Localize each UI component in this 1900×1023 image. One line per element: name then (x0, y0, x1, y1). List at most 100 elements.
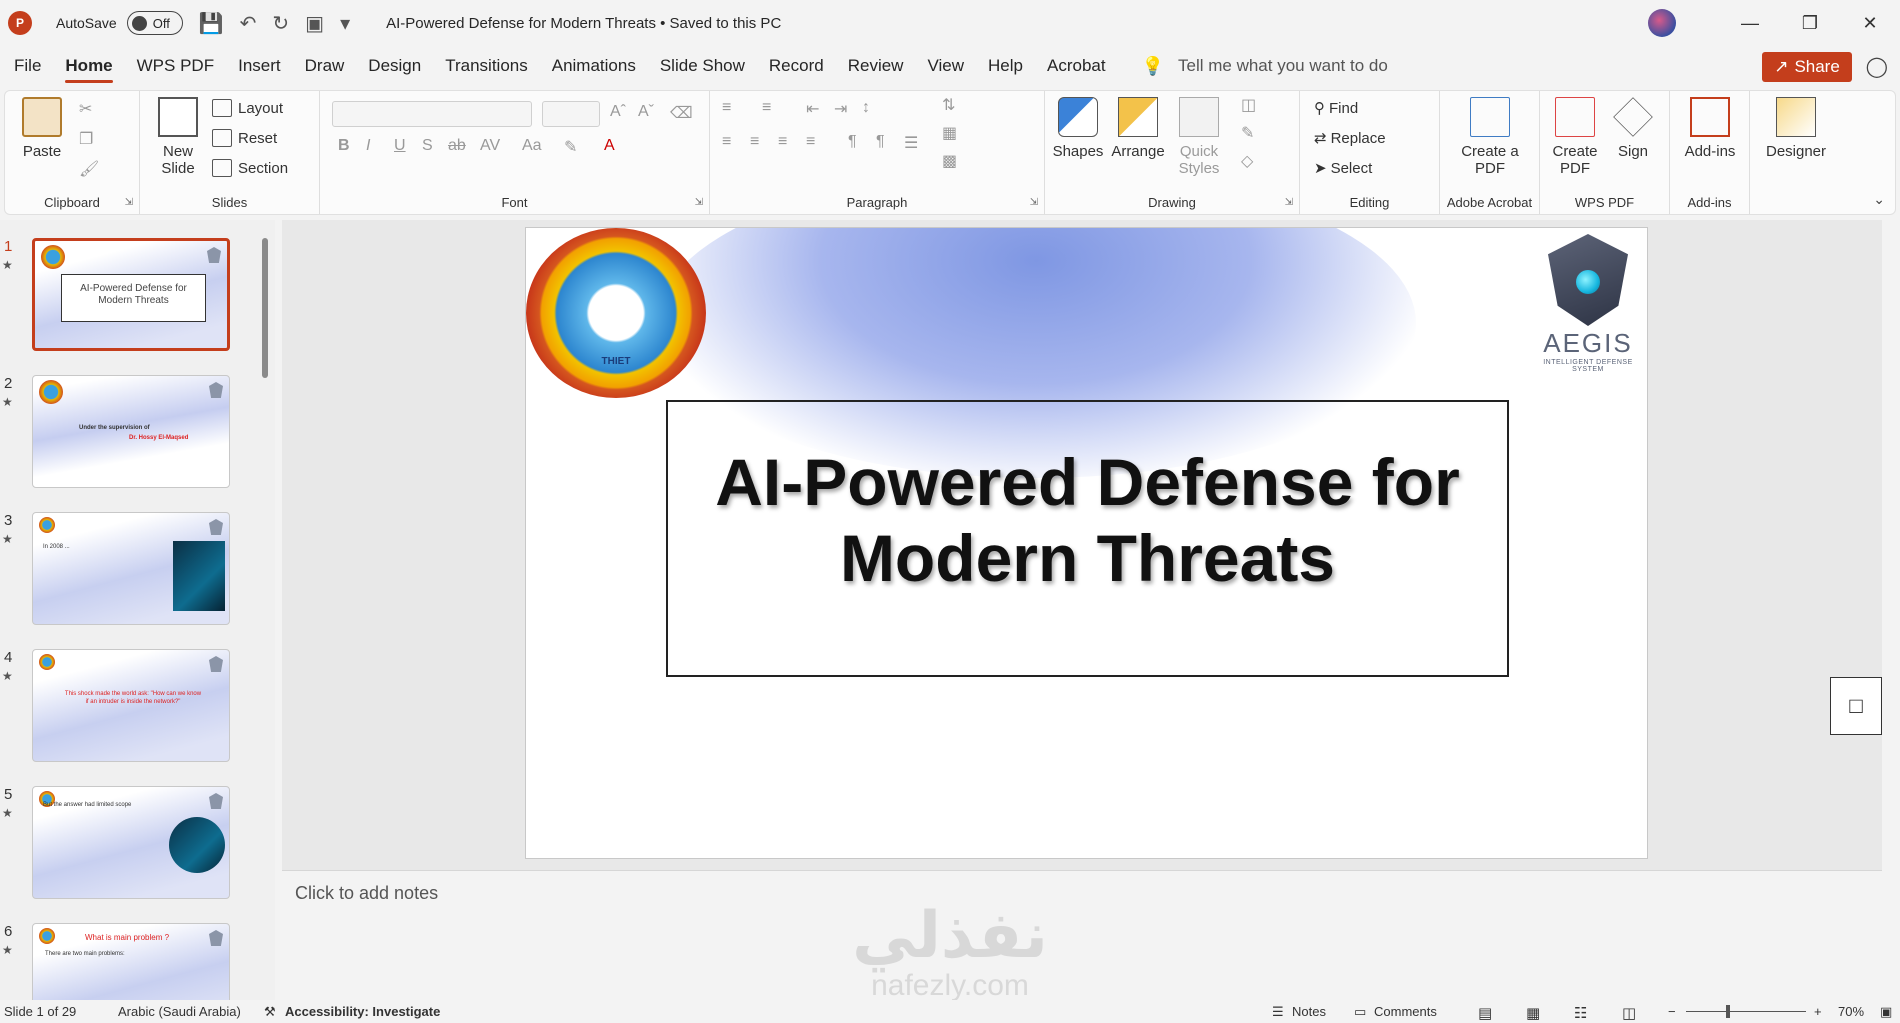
arrange-button[interactable]: Arrange (1109, 97, 1167, 160)
align-center-icon[interactable]: ≡ (750, 133, 759, 151)
slide-thumbnail[interactable]: 2 ★ Under the supervision of Dr. Hossy E… (0, 375, 260, 500)
tab-file[interactable]: File (14, 56, 41, 76)
increase-indent-icon[interactable]: ⇥ (834, 99, 847, 119)
columns-icon[interactable]: ☰ (904, 133, 918, 153)
new-slide-button[interactable]: New Slide (148, 97, 208, 177)
institute-seal-logo[interactable]: THIET (526, 228, 706, 398)
cut-icon[interactable]: ✂ (79, 99, 92, 119)
autosave-toggle[interactable]: Off (126, 11, 183, 35)
decrease-font-icon[interactable]: Aˇ (638, 103, 654, 121)
font-color-icon[interactable]: A (604, 137, 615, 155)
copy-icon[interactable]: ❐ (79, 129, 93, 149)
avatar[interactable] (1648, 9, 1676, 37)
slide-thumbnail[interactable]: 3 ★ In 2008 ... (0, 512, 260, 637)
tab-design[interactable]: Design (368, 56, 421, 76)
shape-effects-icon[interactable]: ◇ (1241, 151, 1253, 171)
shapes-button[interactable]: Shapes (1051, 97, 1105, 160)
change-case-icon[interactable]: Aa (522, 137, 542, 155)
slide-sorter-icon[interactable]: ▦ (1526, 1004, 1540, 1022)
underline-icon[interactable]: U (394, 137, 406, 155)
text-direction-icon[interactable]: ⇅ (942, 95, 955, 115)
italic-icon[interactable]: I (366, 137, 370, 155)
normal-view-icon[interactable]: ▤ (1478, 1004, 1492, 1022)
layout-button[interactable]: Layout (212, 99, 283, 117)
slide-thumbnail[interactable]: 4 ★ This shock made the world ask: "How … (0, 649, 260, 774)
tell-me-search[interactable]: 💡 Tell me what you want to do (1142, 56, 1388, 77)
fit-to-window-icon[interactable]: ▣ (1880, 1004, 1892, 1020)
close-icon[interactable]: ✕ (1840, 13, 1900, 34)
create-a-pdf-button[interactable]: Create a PDF (1454, 97, 1526, 177)
line-spacing-icon[interactable]: ↕ (862, 99, 870, 117)
thumbnail-scrollbar[interactable] (262, 220, 270, 1000)
rtl-icon[interactable]: ¶ (876, 133, 885, 151)
slide-title[interactable]: AI-Powered Defense for Modern Threats (668, 444, 1507, 596)
tab-draw[interactable]: Draw (305, 56, 345, 76)
font-size-dropdown[interactable] (542, 101, 600, 127)
character-spacing-icon[interactable]: AV (480, 137, 500, 155)
section-button[interactable]: Section (212, 159, 288, 177)
bold-icon[interactable]: B (338, 137, 350, 155)
tab-animations[interactable]: Animations (552, 56, 636, 76)
create-pdf-button[interactable]: Create PDF (1548, 97, 1602, 177)
slide-thumbnail[interactable]: 6 ★ What is main problem ? There are two… (0, 923, 260, 1000)
tab-help[interactable]: Help (988, 56, 1023, 76)
format-painter-icon[interactable]: 🖌 (79, 159, 99, 179)
select-button[interactable]: ➤ Select (1314, 159, 1372, 178)
reading-view-icon[interactable]: ☷ (1574, 1004, 1587, 1022)
designer-button[interactable]: Designer (1756, 97, 1836, 160)
shape-fill-icon[interactable]: ◫ (1241, 95, 1256, 115)
tab-view[interactable]: View (927, 56, 964, 76)
quick-styles-button[interactable]: Quick Styles (1169, 97, 1229, 177)
tab-home[interactable]: Home (65, 56, 113, 83)
drawing-launcher-icon[interactable]: ⇲ (1285, 197, 1293, 208)
ltr-icon[interactable]: ¶ (848, 133, 857, 151)
font-launcher-icon[interactable]: ⇲ (695, 197, 703, 208)
comments-button[interactable]: Comments (1374, 1004, 1437, 1019)
smartart-icon[interactable]: ▩ (942, 151, 957, 171)
align-left-icon[interactable]: ≡ (722, 133, 731, 151)
bullets-icon[interactable]: ≡ (722, 99, 731, 117)
zoom-slider-handle[interactable] (1726, 1005, 1730, 1018)
account-icon[interactable]: ◯ (1866, 54, 1888, 79)
replace-button[interactable]: ⇄ Replace (1314, 129, 1386, 148)
decrease-indent-icon[interactable]: ⇤ (806, 99, 819, 119)
tab-acrobat[interactable]: Acrobat (1047, 56, 1106, 76)
slide-show-icon[interactable]: ◫ (1622, 1004, 1636, 1022)
redo-icon[interactable]: ↻ (272, 11, 289, 36)
restore-icon[interactable]: ❐ (1780, 13, 1840, 34)
shape-outline-icon[interactable]: ✎ (1241, 123, 1254, 143)
strikethrough-icon[interactable]: ab (448, 137, 466, 155)
zoom-in-icon[interactable]: + (1814, 1004, 1822, 1019)
slide-thumbnail[interactable]: 1 ★ AI-Powered Defense for Modern Threat… (0, 238, 260, 363)
paste-button[interactable]: Paste (15, 97, 69, 160)
font-name-dropdown[interactable] (332, 101, 532, 127)
reset-button[interactable]: Reset (212, 129, 277, 147)
accessibility-status[interactable]: Accessibility: Investigate (285, 1004, 440, 1019)
shadow-icon[interactable]: S (422, 137, 433, 155)
find-button[interactable]: ⚲ Find (1314, 99, 1358, 118)
numbering-icon[interactable]: ≡ (762, 99, 771, 117)
justify-icon[interactable]: ≡ (806, 133, 815, 151)
align-text-icon[interactable]: ▦ (942, 123, 957, 143)
undo-icon[interactable]: ↶ (240, 11, 257, 36)
clipboard-launcher-icon[interactable]: ⇲ (125, 197, 133, 208)
slide-canvas[interactable]: THIET AEGIS INTELLIGENT DEFENSE SYSTEM A… (525, 227, 1648, 859)
zoom-slider[interactable] (1686, 1011, 1806, 1012)
sign-button[interactable]: Sign (1608, 97, 1658, 160)
tab-wps-pdf[interactable]: WPS PDF (137, 56, 214, 76)
tab-slide-show[interactable]: Slide Show (660, 56, 745, 76)
aegis-logo[interactable]: AEGIS INTELLIGENT DEFENSE SYSTEM (1533, 234, 1643, 373)
notes-pane[interactable]: Click to add notes (282, 870, 1882, 1000)
increase-font-icon[interactable]: Aˆ (610, 103, 626, 121)
clear-formatting-icon[interactable]: ⌫ (670, 103, 693, 123)
present-icon[interactable]: ▣ (305, 11, 324, 36)
tab-insert[interactable]: Insert (238, 56, 281, 76)
notes-button[interactable]: Notes (1292, 1004, 1326, 1019)
notes-placeholder[interactable]: Click to add notes (295, 883, 438, 904)
slide-thumbnail[interactable]: 5 ★ But the answer had limited scope (0, 786, 260, 911)
customize-toolbar-icon[interactable]: ▾ (340, 11, 350, 36)
zoom-level[interactable]: 70% (1838, 1004, 1864, 1019)
highlight-icon[interactable]: ✎ (564, 137, 577, 157)
tab-review[interactable]: Review (848, 56, 904, 76)
bookmark-icon[interactable]: □ (1830, 677, 1882, 735)
